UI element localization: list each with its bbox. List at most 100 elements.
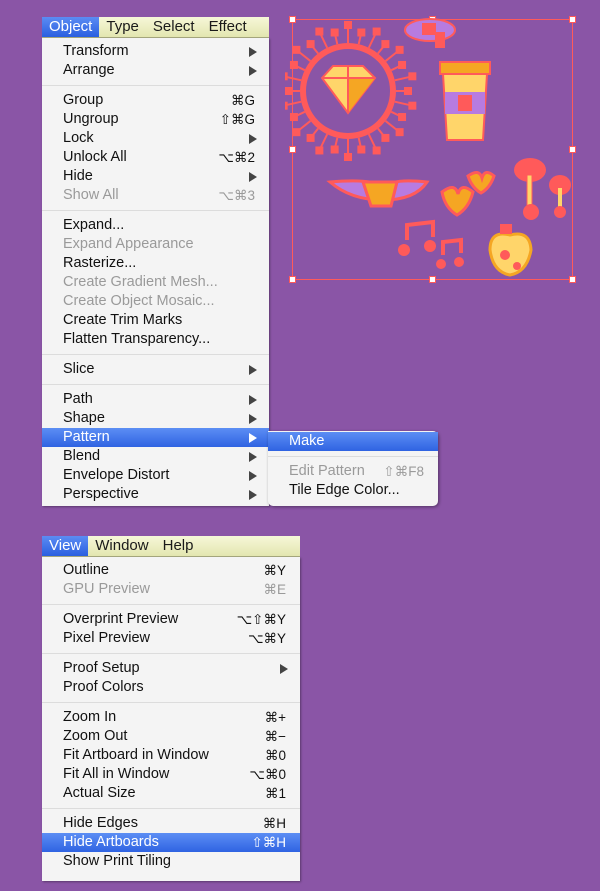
menu-item-pixel-preview[interactable]: Pixel Preview ⌥⌘Y <box>42 629 300 648</box>
menu-item-label: Blend <box>63 448 101 464</box>
sun-ray-tip <box>404 87 412 95</box>
menubar-type[interactable]: Type <box>99 17 146 37</box>
menu-item-pattern[interactable]: Pattern <box>42 428 269 447</box>
mustache-icon <box>326 179 430 208</box>
menu-item-shape[interactable]: Shape <box>42 409 269 428</box>
sun-ray-tip <box>289 113 298 122</box>
menu-item-label: Hide Edges <box>63 815 138 831</box>
menu-item-label: Fit All in Window <box>63 766 170 782</box>
menu-item-create-trim-marks[interactable]: Create Trim Marks <box>42 311 269 330</box>
sun-ray-tip <box>408 72 417 81</box>
menu-item-label: Group <box>63 92 104 108</box>
menu-item-actual-size[interactable]: Actual Size ⌘1 <box>42 784 300 803</box>
menu-item-proof-setup[interactable]: Proof Setup <box>42 659 300 678</box>
keyboard-shortcut: ⇧⌘G <box>219 112 255 127</box>
submenu-arrow-icon <box>249 414 257 424</box>
sun-ray-tip <box>372 27 381 36</box>
sun-ray-tip <box>357 28 366 37</box>
menu-item-label: Outline <box>63 562 109 578</box>
menu-item-label: Show Print Tiling <box>63 853 171 869</box>
menu-item-fit-artboard-in-window[interactable]: Fit Artboard in Window ⌘0 <box>42 746 300 765</box>
menu-item-tile-edge-color[interactable]: Tile Edge Color... <box>268 481 438 500</box>
menu-item-zoom-in[interactable]: Zoom In ⌘+ <box>42 708 300 727</box>
sun-ray-tip <box>398 60 407 69</box>
menu-item-label: Path <box>63 391 93 407</box>
menu-item-label: Create Trim Marks <box>63 312 183 328</box>
menu-item-label: Rasterize... <box>63 255 137 271</box>
menu-item-arrange[interactable]: Arrange <box>42 61 269 80</box>
menu-item-proof-colors[interactable]: Proof Colors <box>42 678 300 697</box>
menu-separator <box>42 354 269 355</box>
menu-separator <box>42 702 300 703</box>
menu-item-label: Slice <box>63 361 95 377</box>
menu-item-transform[interactable]: Transform <box>42 42 269 61</box>
sun-ray-tip <box>330 28 339 37</box>
sun-ray-tip <box>292 128 301 137</box>
menu-separator <box>42 808 300 809</box>
menu-item-hide-edges[interactable]: Hide Edges ⌘H <box>42 814 300 833</box>
keyboard-shortcut: ⌥⌘0 <box>249 767 286 782</box>
keyboard-shortcut: ⌘0 <box>264 748 286 763</box>
menu-item-label: Shape <box>63 410 105 426</box>
menu-item-zoom-out[interactable]: Zoom Out ⌘− <box>42 727 300 746</box>
menu-item-group[interactable]: Group ⌘G <box>42 91 269 110</box>
coffee-cup-icon <box>439 61 491 141</box>
menu-item-label: Fit Artboard in Window <box>63 747 209 763</box>
view-menu: Outline ⌘Y GPU Preview ⌘E Overprint Preview ⌥… <box>42 557 300 881</box>
menu-item-hide-artboards[interactable]: Hide Artboards ⇧⌘H <box>42 833 300 852</box>
submenu-arrow-icon <box>249 66 257 76</box>
menu-item-outline[interactable]: Outline ⌘Y <box>42 561 300 580</box>
menu-item-hide[interactable]: Hide <box>42 167 269 186</box>
menu-item-rasterize[interactable]: Rasterize... <box>42 254 269 273</box>
menubar-select[interactable]: Select <box>146 17 202 37</box>
sun-ray-tip <box>306 133 315 142</box>
submenu-arrow-icon <box>249 134 257 144</box>
menu-item-expand[interactable]: Expand... <box>42 216 269 235</box>
pattern-submenu: Make Edit Pattern ⇧⌘F8 Tile Edge Color... <box>268 431 438 506</box>
menu-item-ungroup[interactable]: Ungroup ⇧⌘G <box>42 110 269 129</box>
menu-item-label: Expand Appearance <box>63 236 194 252</box>
menu-item-unlock-all[interactable]: Unlock All ⌥⌘2 <box>42 148 269 167</box>
menu-item-show-print-tiling[interactable]: Show Print Tiling <box>42 852 300 871</box>
menu-item-label: Expand... <box>63 217 125 233</box>
view-menubar: View Window Help <box>42 536 300 557</box>
sun-ray-tip <box>372 146 381 155</box>
menu-item-envelope-distort[interactable]: Envelope Distort <box>42 466 269 485</box>
menu-item-label: Overprint Preview <box>63 611 179 627</box>
sun-ray-tip <box>315 27 324 36</box>
keyboard-shortcut: ⌘+ <box>264 710 286 725</box>
menu-item-perspective[interactable]: Perspective <box>42 485 269 504</box>
sun-ray-tip <box>381 40 390 49</box>
menu-item-slice[interactable]: Slice <box>42 360 269 379</box>
apple-icon <box>488 224 533 277</box>
sun-ray-tip <box>285 72 288 81</box>
sun-ray-tip <box>395 45 404 54</box>
menu-item-make[interactable]: Make <box>268 432 438 451</box>
menu-item-label: Perspective <box>63 486 139 502</box>
menu-item-show-all: Show All ⌥⌘3 <box>42 186 269 205</box>
menubar-view[interactable]: View <box>42 536 89 556</box>
artwork[interactable] <box>285 10 580 290</box>
menubar-window[interactable]: Window <box>88 536 155 556</box>
menu-item-path[interactable]: Path <box>42 390 269 409</box>
sun-ray-tip <box>289 60 298 69</box>
menubar-object[interactable]: Object <box>42 17 100 37</box>
menu-item-label: Unlock All <box>63 149 127 165</box>
diamond-sun-icon <box>285 21 417 161</box>
menu-item-expand-appearance: Expand Appearance <box>42 235 269 254</box>
hearts-icon <box>440 171 496 217</box>
menubar-effect[interactable]: Effect <box>202 17 254 37</box>
menu-item-blend[interactable]: Blend <box>42 447 269 466</box>
menu-item-label: Make <box>289 433 325 449</box>
menu-item-fit-all-in-window[interactable]: Fit All in Window ⌥⌘0 <box>42 765 300 784</box>
submenu-arrow-icon <box>280 664 288 674</box>
menu-item-flatten-transparency[interactable]: Flatten Transparency... <box>42 330 269 349</box>
keyboard-shortcut: ⌘Y <box>263 563 286 578</box>
menu-separator <box>42 85 269 86</box>
menubar-help[interactable]: Help <box>156 536 201 556</box>
menu-item-overprint-preview[interactable]: Overprint Preview ⌥⇧⌘Y <box>42 610 300 629</box>
menu-item-lock[interactable]: Lock <box>42 129 269 148</box>
menu-item-label: Show All <box>63 187 119 203</box>
menu-item-label: Zoom In <box>63 709 117 725</box>
menu-item-label: Tile Edge Color... <box>289 482 400 498</box>
